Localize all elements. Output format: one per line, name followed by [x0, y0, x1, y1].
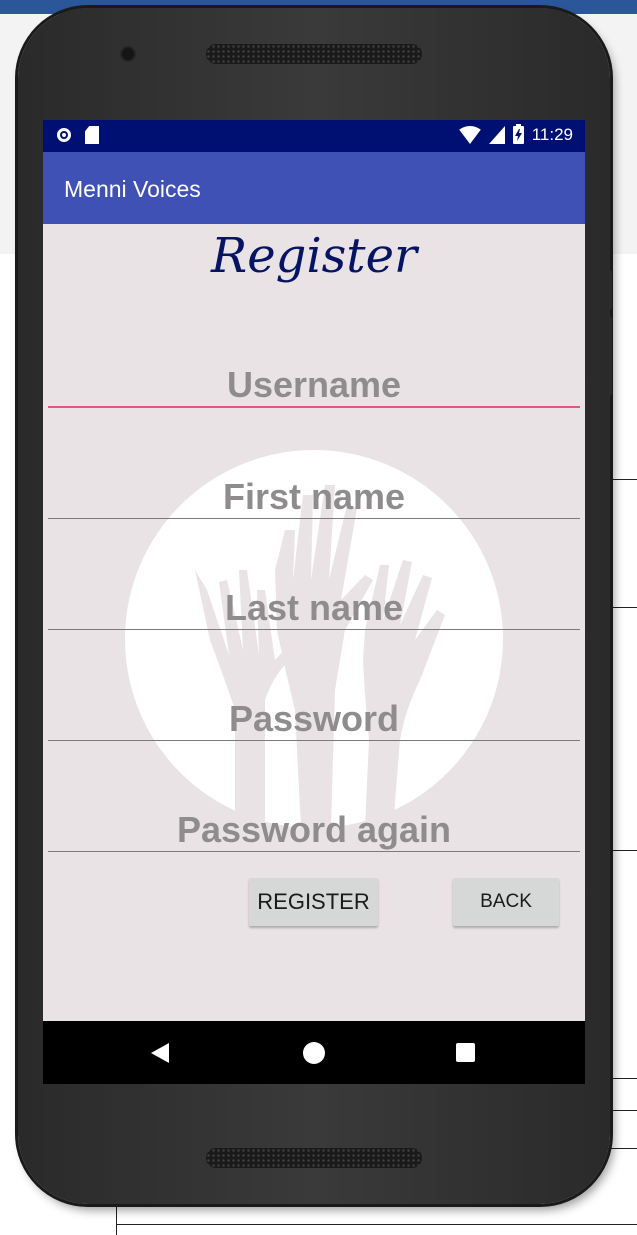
app-bar: Menni Voices: [43, 152, 585, 224]
bottom-speaker-grille: [206, 1148, 422, 1168]
battery-charging-icon: [512, 124, 524, 144]
navigation-bar: [43, 1021, 585, 1084]
status-time: 11:29: [531, 125, 573, 144]
record-icon: [57, 128, 71, 142]
password-input[interactable]: [48, 697, 580, 741]
page-title: Register: [211, 228, 417, 284]
back-button[interactable]: BACK: [453, 878, 559, 926]
signal-icon: [488, 126, 505, 144]
first-name-input[interactable]: [48, 475, 580, 519]
register-button[interactable]: REGISTER: [249, 878, 378, 926]
front-camera: [120, 46, 136, 62]
volume-button[interactable]: [606, 316, 612, 396]
sd-card-icon: [85, 126, 99, 144]
wifi-icon: [458, 126, 481, 144]
status-bar: 11:29: [43, 120, 585, 152]
username-input[interactable]: [48, 364, 580, 408]
doc-table-border: [116, 1224, 637, 1225]
home-circle-icon[interactable]: [303, 1042, 325, 1064]
app-title: Menni Voices: [64, 176, 201, 202]
register-screen: Register REGISTER BACK: [43, 224, 585, 1021]
top-speaker-grille: [206, 44, 422, 64]
back-triangle-icon[interactable]: [151, 1043, 169, 1063]
password-again-input[interactable]: [48, 808, 580, 852]
device-screen: 11:29 Menni Voices Register REGISTER BAC…: [43, 120, 585, 1084]
last-name-input[interactable]: [48, 586, 580, 630]
power-button[interactable]: [606, 270, 612, 310]
recents-square-icon[interactable]: [456, 1043, 475, 1062]
